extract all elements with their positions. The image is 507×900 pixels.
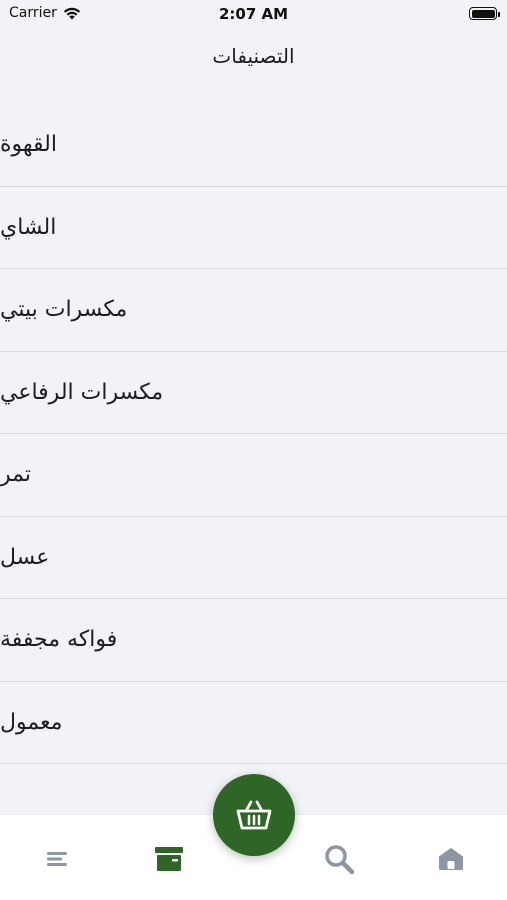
category-row-honey[interactable]: عسل xyxy=(0,517,507,599)
page-title: التصنيفات xyxy=(212,44,295,68)
battery-icon xyxy=(469,7,500,20)
category-label: معمول xyxy=(0,709,63,735)
archive-icon xyxy=(155,847,183,871)
search-icon xyxy=(325,845,355,875)
category-row-dried-fruits[interactable]: فواكه مجففة xyxy=(0,599,507,682)
menu-icon xyxy=(47,852,67,866)
home-icon xyxy=(439,848,463,870)
category-label: الشاي xyxy=(0,214,57,240)
category-label: تمر xyxy=(0,462,31,488)
category-label: عسل xyxy=(0,544,50,570)
category-label: فواكه مجففة xyxy=(0,627,118,653)
category-row-maamoul[interactable]: معمول xyxy=(0,682,507,764)
basket-icon xyxy=(236,800,272,830)
category-label: مكسرات بيتي xyxy=(0,297,128,323)
category-row-dates[interactable]: تمر xyxy=(0,434,507,517)
category-row-tea[interactable]: الشاي xyxy=(0,187,507,269)
status-bar: Carrier 2:07 AM xyxy=(0,0,507,28)
category-label: مكسرات الرفاعي xyxy=(0,379,164,405)
tab-home[interactable] xyxy=(431,839,471,879)
tab-menu[interactable] xyxy=(37,839,77,879)
category-row-coffee[interactable]: القهوة xyxy=(0,104,507,187)
status-time: 2:07 AM xyxy=(218,5,289,23)
category-row-rifai-nuts[interactable]: مكسرات الرفاعي xyxy=(0,352,507,434)
category-row-beity-nuts[interactable]: مكسرات بيتي xyxy=(0,269,507,352)
tab-categories[interactable] xyxy=(149,839,189,879)
category-label: القهوة xyxy=(0,132,57,158)
tab-search[interactable] xyxy=(319,839,359,879)
cart-fab-button[interactable] xyxy=(213,774,295,856)
category-list: القهوة الشاي مكسرات بيتي مكسرات الرفاعي … xyxy=(0,104,507,764)
